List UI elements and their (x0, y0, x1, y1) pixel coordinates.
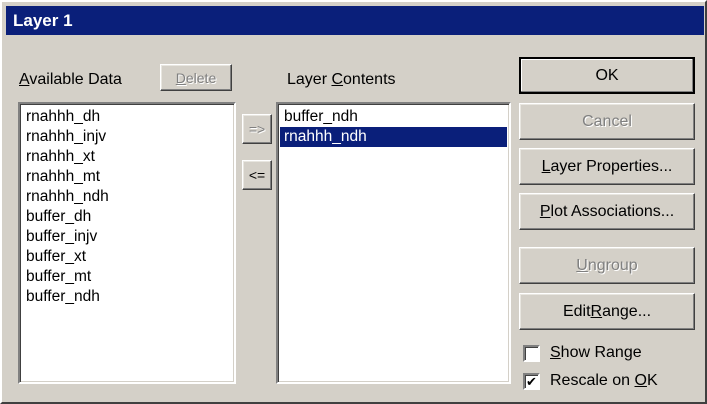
delete-button[interactable]: Delete (160, 64, 232, 91)
available-list-item[interactable]: rnahhh_ndh (22, 187, 232, 207)
available-list-item[interactable]: buffer_ndh (22, 287, 232, 307)
cancel-button[interactable]: Cancel (519, 103, 695, 140)
ungroup-button[interactable]: Ungroup (519, 247, 695, 284)
layer-properties-button[interactable]: Layer Properties... (519, 148, 695, 185)
layer-dialog: Layer 1 Available Data Delete rnahhh_dh r… (0, 0, 707, 404)
rescale-label: Rescale on OK (550, 372, 658, 389)
move-left-button[interactable]: <= (242, 160, 272, 190)
available-list-item[interactable]: buffer_mt (22, 267, 232, 287)
available-list-item[interactable]: rnahhh_dh (22, 107, 232, 127)
move-right-button[interactable]: => (242, 114, 272, 144)
layer-contents-label: Layer Contents (287, 71, 396, 88)
available-data-list[interactable]: rnahhh_dh rnahhh_injv rnahhh_xt rnahhh_mt rn… (18, 102, 236, 384)
rescale-checkbox[interactable]: ✔ (523, 372, 540, 390)
show-range-label: Show Range (550, 344, 642, 361)
layer-contents-items: buffer_ndh rnahhh_ndh (280, 107, 507, 147)
available-list-item[interactable]: rnahhh_injv (22, 127, 232, 147)
show-range-checkbox-row[interactable]: Show Range (523, 344, 642, 362)
available-data-items: rnahhh_dh rnahhh_injv rnahhh_xt rnahhh_mt rn… (22, 107, 232, 307)
available-list-item[interactable]: buffer_xt (22, 247, 232, 267)
ok-button[interactable]: OK (519, 57, 695, 94)
layer-list-item[interactable]: rnahhh_ndh (280, 127, 507, 147)
title-bar: Layer 1 (6, 6, 704, 35)
available-list-item[interactable]: buffer_dh (22, 207, 232, 227)
layer-contents-list[interactable]: buffer_ndh rnahhh_ndh (276, 102, 511, 384)
show-range-checkbox[interactable] (523, 344, 540, 362)
layer-list-item[interactable]: buffer_ndh (280, 107, 507, 127)
edit-range-button[interactable]: Edit Range... (519, 293, 695, 330)
available-list-item[interactable]: rnahhh_xt (22, 147, 232, 167)
available-list-item[interactable]: rnahhh_mt (22, 167, 232, 187)
window-title: Layer 1 (13, 11, 73, 30)
available-list-item[interactable]: buffer_injv (22, 227, 232, 247)
plot-associations-button[interactable]: Plot Associations... (519, 193, 695, 230)
available-data-label: Available Data (19, 71, 122, 88)
rescale-checkbox-row[interactable]: ✔ Rescale on OK (523, 372, 658, 390)
